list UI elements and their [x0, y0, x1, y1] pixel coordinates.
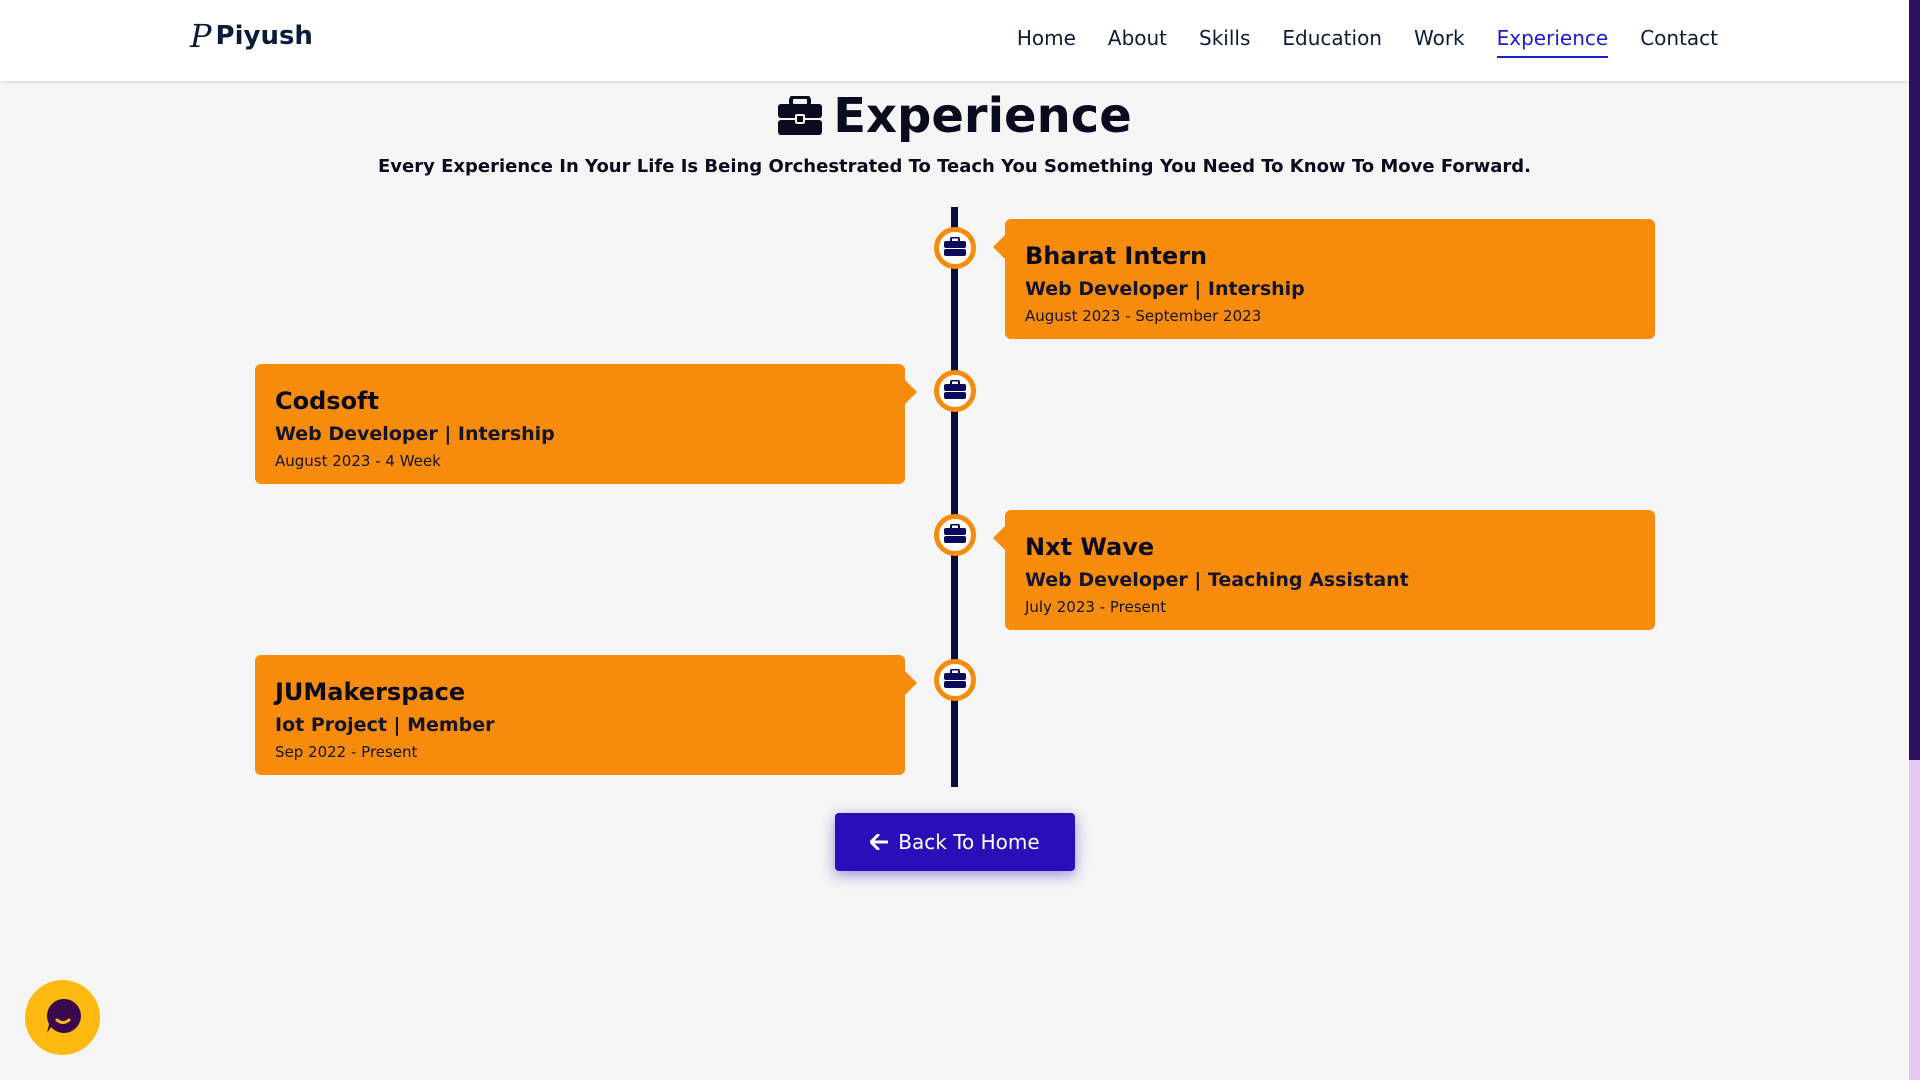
- briefcase-icon: [944, 236, 966, 260]
- page-title: Experience: [833, 88, 1132, 144]
- experience-company: Nxt Wave: [1025, 533, 1155, 561]
- briefcase-icon: [944, 379, 966, 403]
- nav-item-education[interactable]: Education: [1282, 26, 1382, 58]
- nav-item-skills[interactable]: Skills: [1199, 26, 1250, 58]
- experience-card: JUMakerspace Iot Project | Member Sep 20…: [255, 655, 917, 775]
- timeline-marker: [934, 227, 976, 269]
- experience-company: Bharat Intern: [1025, 242, 1208, 270]
- nav-item-work[interactable]: Work: [1414, 26, 1465, 58]
- brand-logo[interactable]: P Piyush: [190, 20, 313, 52]
- chat-icon: [43, 996, 83, 1040]
- arrow-left-icon: [870, 834, 889, 850]
- experience-card: Bharat Intern Web Developer | Intership …: [993, 219, 1655, 339]
- experience-role: Web Developer | Intership: [1025, 278, 1305, 300]
- experience-dates: July 2023 - Present: [1025, 598, 1167, 616]
- experience-dates: August 2023 - 4 Week: [275, 452, 441, 470]
- experience-card: Codsoft Web Developer | Intership August…: [255, 364, 917, 484]
- timeline-marker: [934, 514, 976, 556]
- experience-card: Nxt Wave Web Developer | Teaching Assist…: [993, 510, 1655, 630]
- section-heading: Experience: [0, 88, 1909, 144]
- nav-item-about[interactable]: About: [1108, 26, 1167, 58]
- nav-item-contact[interactable]: Contact: [1640, 26, 1718, 58]
- page-scrollbar[interactable]: [1909, 0, 1920, 1080]
- back-to-home-button[interactable]: Back To Home: [835, 813, 1075, 871]
- back-button-label: Back To Home: [898, 830, 1040, 854]
- nav-item-home[interactable]: Home: [1017, 26, 1076, 58]
- experience-company: Codsoft: [275, 387, 379, 415]
- experience-role: Web Developer | Teaching Assistant: [1025, 569, 1409, 591]
- navbar: P Piyush Home About Skills Education Wor…: [0, 0, 1909, 81]
- chat-widget-button[interactable]: [25, 980, 100, 1055]
- page-subtitle: Every Experience In Your Life Is Being O…: [377, 156, 1532, 177]
- timeline-marker: [934, 370, 976, 412]
- brand-name: Piyush: [215, 21, 313, 51]
- briefcase-icon: [944, 523, 966, 547]
- experience-role: Web Developer | Intership: [275, 423, 555, 445]
- experience-dates: Sep 2022 - Present: [275, 743, 418, 761]
- experience-role: Iot Project | Member: [275, 714, 495, 736]
- pinterest-p-icon: P: [190, 17, 212, 55]
- briefcase-icon: [777, 96, 823, 136]
- nav-item-experience[interactable]: Experience: [1496, 26, 1609, 58]
- experience-company: JUMakerspace: [275, 678, 466, 706]
- nav-menu: Home About Skills Education Work Experie…: [1017, 26, 1718, 58]
- experience-dates: August 2023 - September 2023: [1025, 307, 1262, 325]
- timeline-marker: [934, 659, 976, 701]
- briefcase-icon: [944, 668, 966, 692]
